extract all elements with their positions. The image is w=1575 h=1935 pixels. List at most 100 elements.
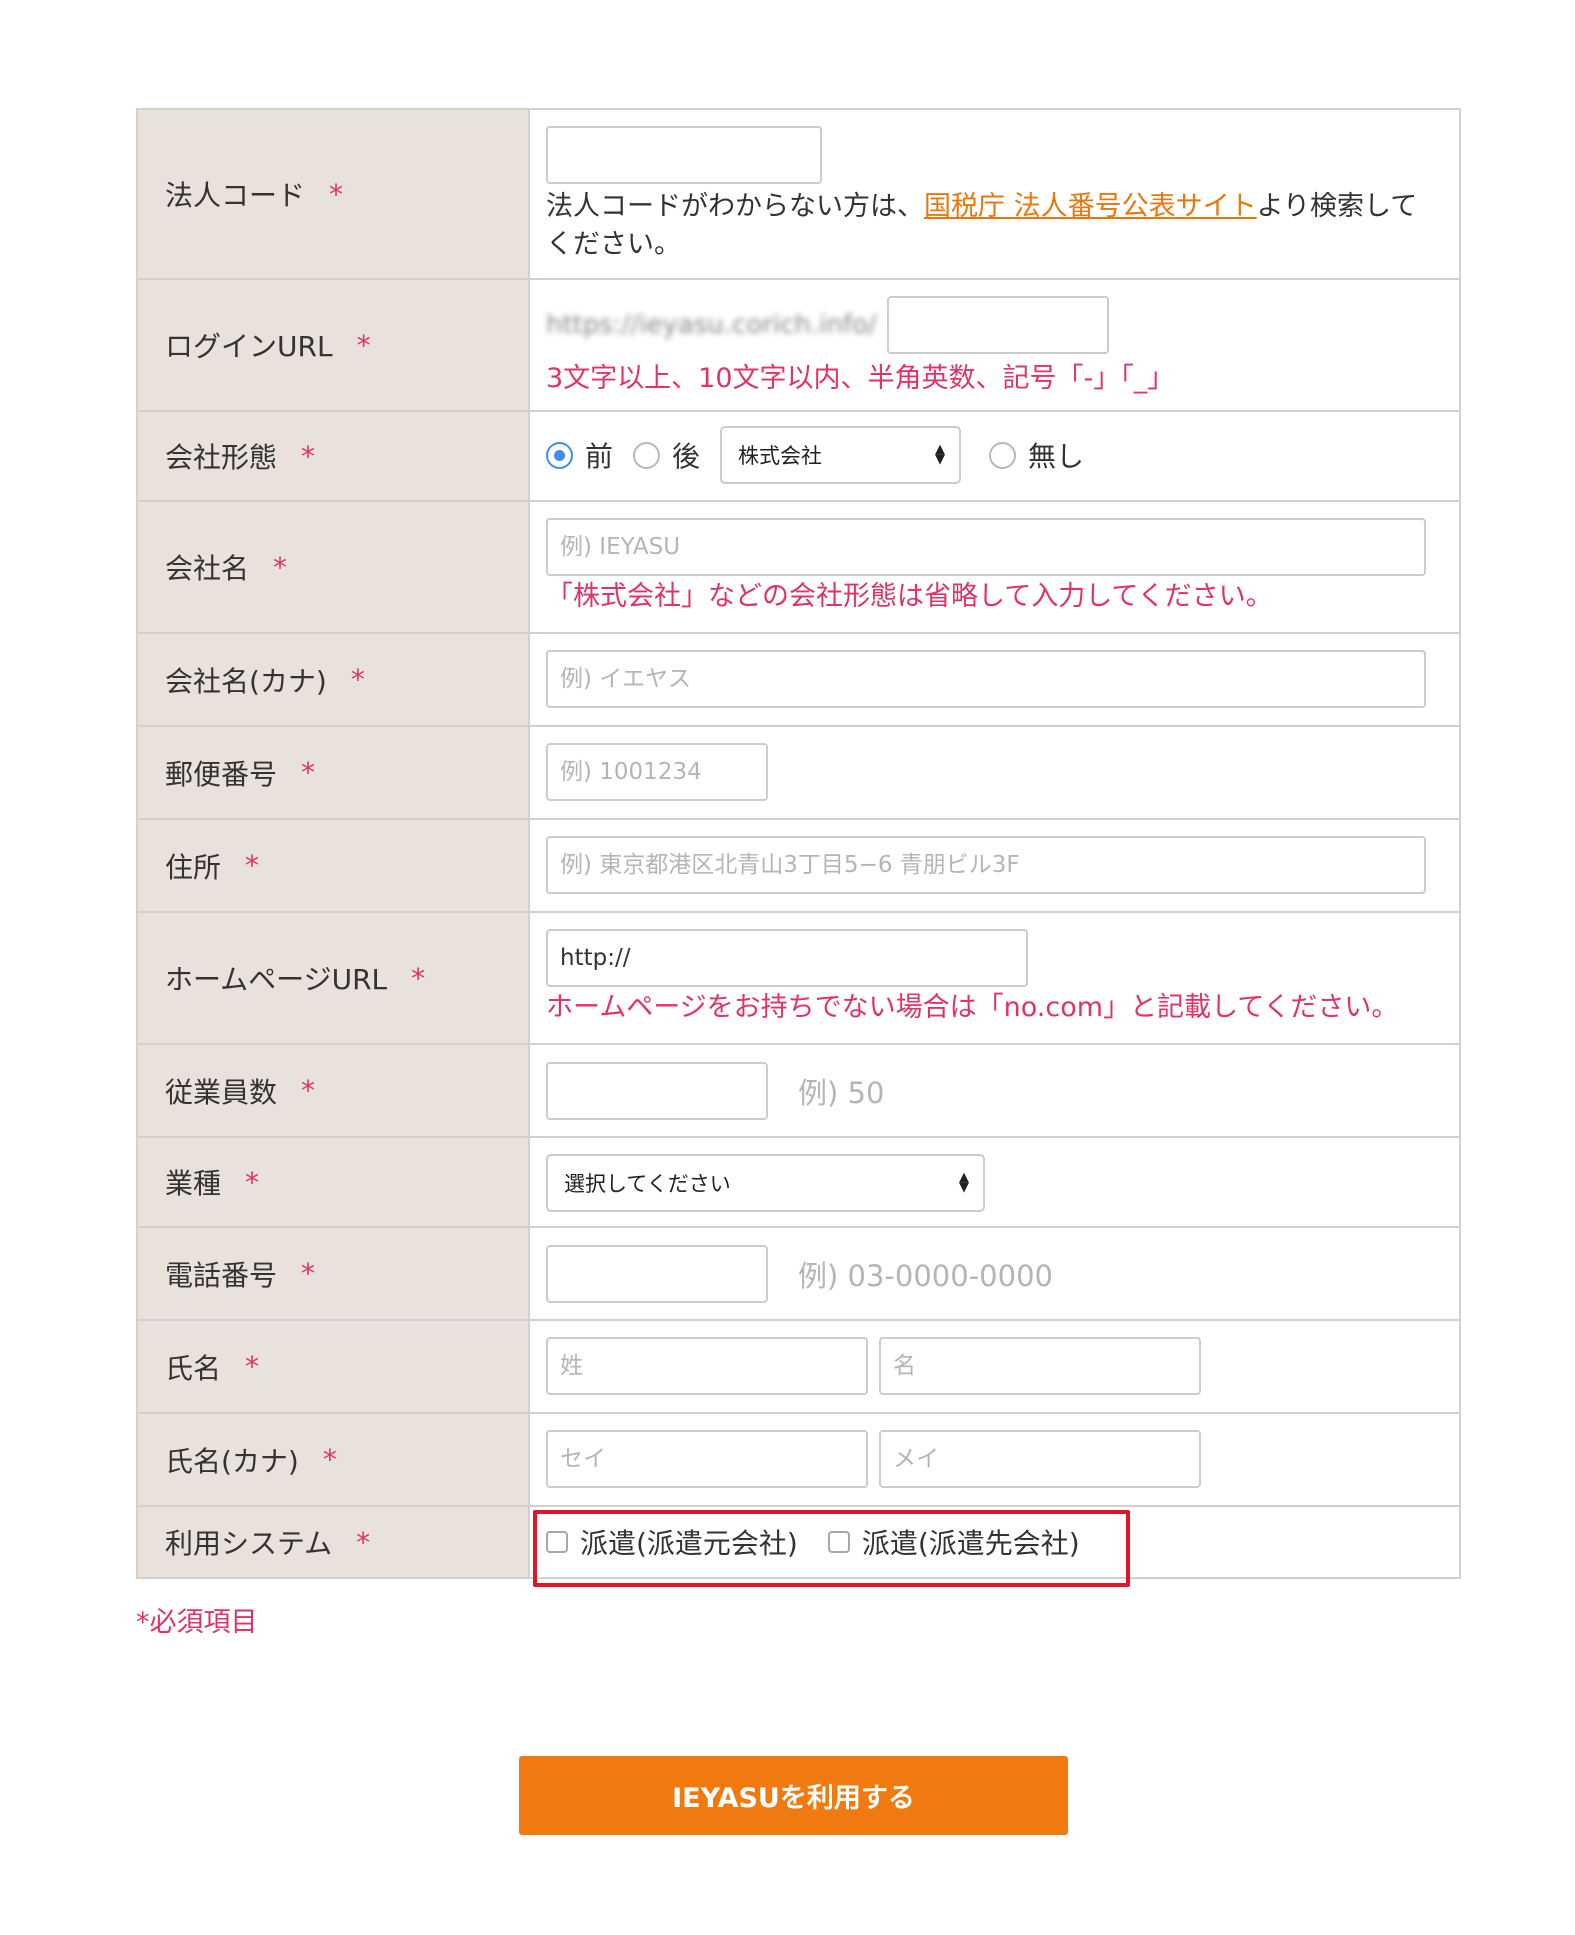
row-header: 氏名(カナ) * xyxy=(138,1414,530,1505)
login-url-note: 3文字以上、10文字以内、半角英数、記号「-」「_」 xyxy=(546,363,1175,394)
radio-label: 無し xyxy=(1028,440,1085,473)
corp-code-help: 法人コードがわからない方は、国税庁 法人番号公表サイトより検索してください。 xyxy=(546,188,1443,264)
row-address: 住所 * xyxy=(138,820,1459,913)
corp-number-site-link[interactable]: 国税庁 法人番号公表サイト xyxy=(924,191,1257,222)
row-header: 会社形態 * xyxy=(138,412,530,500)
field-label: 会社名 xyxy=(165,552,250,585)
corp-code-input[interactable] xyxy=(546,126,822,184)
radio-before[interactable] xyxy=(546,441,573,469)
row-name-kana: 氏名(カナ) * xyxy=(138,1414,1459,1507)
row-system: 利用システム * 派遣(派遣元会社) 派遣(派遣先会社) xyxy=(138,1507,1459,1579)
radio-after[interactable] xyxy=(633,441,661,469)
required-mark: * xyxy=(245,1350,260,1383)
row-header: ホームページURL * xyxy=(138,913,530,1043)
industry-select[interactable]: 選択してください ▲ ▼ xyxy=(546,1154,985,1212)
field-label: 電話番号 xyxy=(165,1258,278,1292)
row-employees: 従業員数 * 例) 50 xyxy=(138,1045,1459,1138)
required-note: *必須項目 xyxy=(136,1607,258,1638)
first-name-kana-input[interactable] xyxy=(879,1430,1201,1488)
field-label: 法人コード xyxy=(165,179,306,212)
required-mark: * xyxy=(301,756,316,789)
first-name-input[interactable] xyxy=(879,1337,1201,1395)
row-header: 利用システム * xyxy=(138,1507,530,1577)
login-url-input[interactable] xyxy=(886,296,1109,354)
homepage-note: ホームページをお持ちでない場合は「no.com」と記載してください。 xyxy=(546,992,1399,1023)
row-body: 派遣(派遣元会社) 派遣(派遣先会社) xyxy=(530,1507,1459,1577)
field-label: 利用システム xyxy=(165,1527,333,1560)
required-mark: * xyxy=(356,1525,371,1559)
required-mark: * xyxy=(301,439,316,473)
row-login-url: ログインURL * https://ieyasu.corich.info/ 3文… xyxy=(138,280,1459,412)
radio-label: 後 xyxy=(672,440,701,473)
employees-example: 例) 50 xyxy=(798,1075,885,1110)
row-header: 会社名(カナ) * xyxy=(138,634,530,725)
address-input[interactable] xyxy=(546,836,1426,894)
required-mark: * xyxy=(322,1443,337,1476)
required-mark: * xyxy=(273,550,288,584)
last-name-input[interactable] xyxy=(546,1337,868,1395)
required-mark: * xyxy=(245,1165,260,1199)
row-body: 選択してください ▲ ▼ xyxy=(530,1138,1459,1226)
row-header: 業種 * xyxy=(138,1138,530,1226)
row-header: 法人コード * xyxy=(138,110,530,278)
required-mark: * xyxy=(356,328,371,362)
row-name: 氏名 * xyxy=(138,1321,1459,1414)
row-company-kana: 会社名(カナ) * xyxy=(138,634,1459,727)
row-header: ログインURL * xyxy=(138,280,530,410)
row-header: 氏名 * xyxy=(138,1321,530,1412)
row-body: ホームページをお持ちでない場合は「no.com」と記載してください。 xyxy=(530,913,1459,1043)
select-value: 選択してください xyxy=(564,1172,731,1196)
checkbox-label: 派遣(派遣元会社) xyxy=(580,1527,798,1560)
select-value: 株式会社 xyxy=(738,444,823,468)
system-client-checkbox[interactable] xyxy=(827,1531,850,1553)
row-phone: 電話番号 * 例) 03-0000-0000 xyxy=(138,1228,1459,1321)
checkbox-label: 派遣(派遣先会社) xyxy=(861,1527,1080,1560)
required-mark: * xyxy=(301,1074,316,1107)
row-body xyxy=(530,820,1459,911)
employees-input[interactable] xyxy=(546,1061,768,1120)
row-body: 例) 50 xyxy=(530,1045,1459,1136)
row-header: 従業員数 * xyxy=(138,1045,530,1136)
row-corp-code: 法人コード * 法人コードがわからない方は、国税庁 法人番号公表サイトより検索し… xyxy=(138,110,1459,280)
row-body xyxy=(530,1321,1459,1412)
required-mark: * xyxy=(411,961,426,995)
row-header: 郵便番号 * xyxy=(138,727,530,818)
required-mark: * xyxy=(329,177,344,211)
registration-form: 法人コード * 法人コードがわからない方は、国税庁 法人番号公表サイトより検索し… xyxy=(136,108,1461,1579)
row-body: https://ieyasu.corich.info/ 3文字以上、10文字以内… xyxy=(530,280,1459,410)
last-name-kana-input[interactable] xyxy=(546,1430,868,1488)
phone-input[interactable] xyxy=(546,1244,768,1303)
row-body xyxy=(530,1414,1459,1505)
company-name-input[interactable] xyxy=(546,518,1426,576)
row-body: 「株式会社」などの会社形態は省略して入力してください。 xyxy=(530,502,1459,632)
company-type-select[interactable]: 株式会社 ▲ ▼ xyxy=(720,426,962,484)
row-company-form: 会社形態 * 前 後 株式会社 ▲ ▼ 無し xyxy=(138,412,1459,502)
login-url-group: https://ieyasu.corich.info/ xyxy=(546,296,1443,354)
select-arrows-icon: ▲ ▼ xyxy=(959,1170,969,1195)
field-label: 会社形態 xyxy=(165,441,278,474)
row-body xyxy=(530,727,1459,818)
radio-label: 前 xyxy=(585,440,614,473)
row-body: 前 後 株式会社 ▲ ▼ 無し xyxy=(530,412,1459,500)
postal-code-input[interactable] xyxy=(546,743,768,801)
row-body: 法人コードがわからない方は、国税庁 法人番号公表サイトより検索してください。 xyxy=(530,110,1459,278)
system-dispatcher-checkbox[interactable] xyxy=(546,1531,568,1553)
homepage-url-input[interactable] xyxy=(546,929,1028,987)
select-arrows-icon: ▲ ▼ xyxy=(935,442,946,467)
row-body xyxy=(530,634,1459,725)
required-mark: * xyxy=(245,849,260,882)
row-header: 電話番号 * xyxy=(138,1228,530,1319)
radio-none[interactable] xyxy=(989,441,1017,469)
field-label: ログインURL xyxy=(165,330,333,363)
row-postal: 郵便番号 * xyxy=(138,727,1459,820)
company-kana-input[interactable] xyxy=(546,650,1426,708)
field-label: ホームページURL xyxy=(165,963,388,996)
field-label: 郵便番号 xyxy=(165,757,278,791)
field-label: 住所 xyxy=(165,850,222,884)
url-prefix: https://ieyasu.corich.info/ xyxy=(546,310,877,340)
required-mark: * xyxy=(350,663,365,696)
help-text: 法人コードがわからない方は、 xyxy=(546,191,924,222)
company-name-note: 「株式会社」などの会社形態は省略して入力してください。 xyxy=(546,581,1273,612)
submit-button[interactable]: IEYASUを利用する xyxy=(519,1756,1068,1835)
field-label: 業種 xyxy=(165,1167,222,1200)
